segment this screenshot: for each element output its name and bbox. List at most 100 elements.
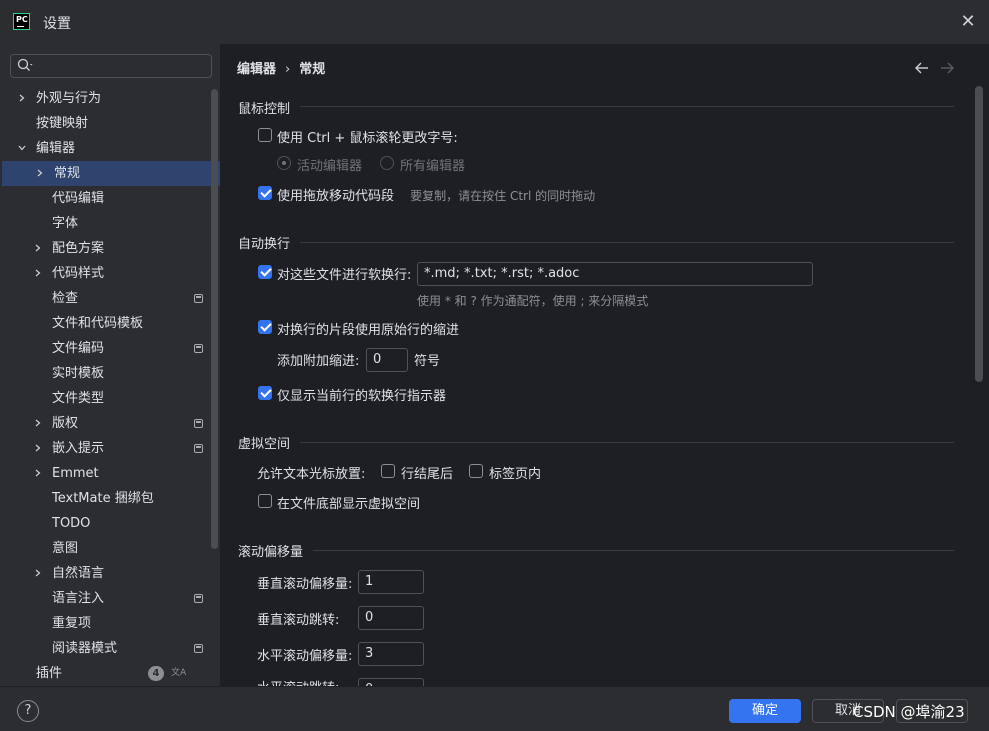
settings-search-input[interactable] xyxy=(10,54,212,78)
sidebar-item[interactable]: 嵌入提示 xyxy=(0,436,218,461)
horizontal-jump-input[interactable]: 0 xyxy=(358,678,424,686)
sidebar-item-label: 版权 xyxy=(52,416,79,431)
sidebar-item[interactable]: 阅读器模式 xyxy=(0,636,218,661)
wrap-indent-label: 对换行的片段使用原始行的缩进 xyxy=(277,323,460,338)
sidebar-item-label: 嵌入提示 xyxy=(52,441,105,456)
sidebar-item[interactable]: 外观与行为 xyxy=(0,86,218,111)
section-title-softwrap: 自动换行 xyxy=(238,237,291,252)
all-editors-label: 所有编辑器 xyxy=(400,159,466,174)
active-editor-radio[interactable] xyxy=(277,156,291,170)
vertical-jump-input[interactable]: 0 xyxy=(358,606,424,630)
horizontal-jump-label: 水平滚动跳转: xyxy=(257,677,339,686)
current-line-indicator-label: 仅显示当前行的软换行指示器 xyxy=(277,389,447,404)
soft-wrap-files-checkbox[interactable] xyxy=(258,265,272,279)
translate-icon: 文A xyxy=(171,668,187,678)
sidebar-item-label: 语言注入 xyxy=(52,591,105,606)
help-icon[interactable]: ? xyxy=(17,700,39,722)
sidebar-item[interactable]: 版权 xyxy=(0,411,218,436)
pycharm-logo-icon: PC xyxy=(13,13,30,30)
drag-move-hint: 要复制，请在按住 Ctrl 的同时拖动 xyxy=(410,189,596,203)
chevron-right-icon[interactable] xyxy=(36,169,44,177)
sidebar-item[interactable]: 自然语言 xyxy=(0,561,218,586)
close-icon[interactable]: ✕ xyxy=(958,12,978,32)
horizontal-offset-label: 水平滚动偏移量: xyxy=(257,649,353,664)
plugins-update-badge: 4 xyxy=(148,666,164,681)
sidebar-item[interactable]: Emmet xyxy=(0,461,218,486)
ctrl-wheel-font-checkbox[interactable] xyxy=(258,128,272,142)
chevron-down-icon[interactable] xyxy=(18,144,26,152)
clipped-row: 水平滚动跳转: 0 xyxy=(220,676,980,686)
chevron-right-icon[interactable] xyxy=(34,269,42,277)
project-level-icon xyxy=(194,294,203,303)
project-level-icon xyxy=(194,644,203,653)
sidebar-item-label: 实时模板 xyxy=(52,366,105,381)
sidebar-item[interactable]: 意图 xyxy=(0,536,218,561)
current-line-indicator-checkbox[interactable] xyxy=(258,386,272,400)
chevron-right-icon[interactable] xyxy=(18,94,26,102)
chevron-right-icon[interactable] xyxy=(34,444,42,452)
chevron-right-icon[interactable] xyxy=(34,419,42,427)
csdn-watermark: CSDN @埠渝23 xyxy=(853,703,965,721)
wrap-indent-checkbox[interactable] xyxy=(258,320,272,334)
virtual-space-eof-label: 在文件底部显示虚拟空间 xyxy=(277,497,421,512)
soft-wrap-files-input[interactable]: *.md; *.txt; *.rst; *.adoc xyxy=(417,262,813,286)
all-editors-radio[interactable] xyxy=(380,156,394,170)
drag-move-row: 使用拖放移动代码段 要复制，请在按住 Ctrl 的同时拖动 xyxy=(277,185,595,204)
sidebar-scrollbar[interactable] xyxy=(211,89,218,549)
extra-indent-unit: 符号 xyxy=(414,354,441,369)
section-divider xyxy=(300,442,954,443)
section-divider xyxy=(300,242,954,243)
sidebar-item-label: 配色方案 xyxy=(52,241,105,256)
sidebar-item-label: 字体 xyxy=(52,216,79,231)
content-scrollbar[interactable] xyxy=(975,86,983,382)
chevron-right-icon[interactable] xyxy=(34,469,42,477)
sidebar-item[interactable]: 语言注入 xyxy=(0,586,218,611)
sidebar-item[interactable]: 插件 4 文A xyxy=(0,661,218,686)
back-arrow-icon[interactable] xyxy=(914,60,930,76)
sidebar-item-label: 阅读器模式 xyxy=(52,641,118,656)
sidebar-item[interactable]: TextMate 捆绑包 xyxy=(0,486,218,511)
forward-arrow-icon[interactable] xyxy=(939,60,955,76)
end-of-line-checkbox[interactable] xyxy=(381,464,395,478)
section-title-virtual: 虚拟空间 xyxy=(238,437,291,452)
extra-indent-input[interactable]: 0 xyxy=(366,348,408,372)
horizontal-offset-input[interactable]: 3 xyxy=(358,642,424,666)
sidebar-item[interactable]: 代码编辑 xyxy=(0,186,218,211)
sidebar-item[interactable]: 文件编码 xyxy=(0,336,218,361)
sidebar-item[interactable]: TODO xyxy=(0,511,218,536)
sidebar-item[interactable]: 检查 xyxy=(0,286,218,311)
chevron-right-icon[interactable] xyxy=(34,244,42,252)
sidebar-item[interactable]: 文件类型 xyxy=(0,386,218,411)
vertical-offset-label: 垂直滚动偏移量: xyxy=(257,577,353,592)
sidebar-item[interactable]: 重复项 xyxy=(0,611,218,636)
sidebar-item[interactable]: 代码样式 xyxy=(0,261,218,286)
window-title: 设置 xyxy=(43,16,71,32)
sidebar-item[interactable]: 编辑器 xyxy=(0,136,218,161)
sidebar-item-label: 文件编码 xyxy=(52,341,105,356)
section-title-mouse: 鼠标控制 xyxy=(238,102,291,117)
chevron-right-icon[interactable] xyxy=(34,569,42,577)
sidebar-item[interactable]: 配色方案 xyxy=(0,236,218,261)
vertical-jump-label: 垂直滚动跳转: xyxy=(257,613,340,628)
sidebar-item[interactable]: 实时模板 xyxy=(0,361,218,386)
ok-button[interactable]: 确定 xyxy=(729,699,801,723)
sidebar-item[interactable]: 字体 xyxy=(0,211,218,236)
sidebar-item-label: TextMate 捆绑包 xyxy=(52,491,154,506)
sidebar-item[interactable]: 按键映射 xyxy=(0,111,218,136)
sidebar-item[interactable]: 文件和代码模板 xyxy=(0,311,218,336)
sidebar-item-label: 检查 xyxy=(52,291,79,306)
section-divider xyxy=(313,550,954,551)
drag-move-checkbox[interactable] xyxy=(258,186,272,200)
inside-tabs-checkbox[interactable] xyxy=(469,464,483,478)
extra-indent-label: 添加附加缩进: xyxy=(277,354,360,369)
sidebar-item-label: 插件 xyxy=(36,666,63,681)
virtual-space-eof-checkbox[interactable] xyxy=(258,494,272,508)
project-level-icon xyxy=(194,344,203,353)
ctrl-wheel-font-label: 使用 Ctrl + 鼠标滚轮更改字号: xyxy=(277,131,458,146)
sidebar-item[interactable]: 常规 xyxy=(2,161,220,186)
sidebar-item-label: 代码编辑 xyxy=(52,191,105,206)
soft-wrap-files-hint: 使用 * 和 ? 作为通配符，使用 ; 来分隔模式 xyxy=(417,294,649,308)
vertical-offset-input[interactable]: 1 xyxy=(358,570,424,594)
sidebar-item-label: 按键映射 xyxy=(36,116,89,131)
breadcrumb-parent[interactable]: 编辑器 xyxy=(237,62,276,77)
